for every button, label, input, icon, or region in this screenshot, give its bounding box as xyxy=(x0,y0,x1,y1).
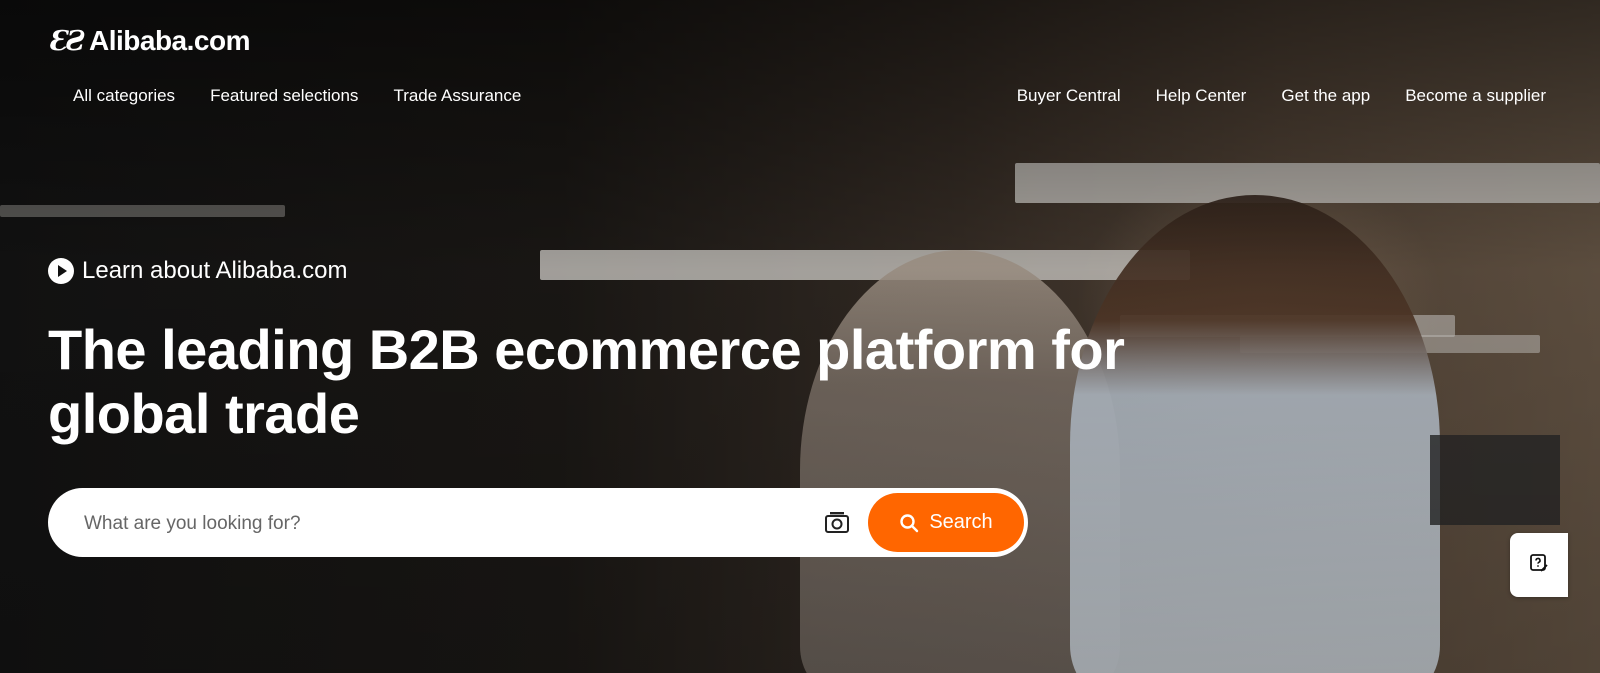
feedback-icon xyxy=(1529,553,1549,578)
nav-buyer-central[interactable]: Buyer Central xyxy=(1017,86,1121,106)
learn-about-link[interactable]: Learn about Alibaba.com xyxy=(48,257,348,285)
logo-mark: ƐƧ xyxy=(48,25,85,57)
search-button-label: Search xyxy=(929,511,993,533)
nav-help-center[interactable]: Help Center xyxy=(1156,86,1247,106)
camera-icon[interactable] xyxy=(824,510,850,534)
search-input[interactable] xyxy=(82,488,806,559)
nav-become-a-supplier[interactable]: Become a supplier xyxy=(1405,86,1546,106)
secondary-nav: Buyer Central Help Center Get the app Be… xyxy=(1017,86,1546,106)
hero-headline: The leading B2B ecommerce platform for g… xyxy=(48,318,1125,445)
feedback-button[interactable] xyxy=(1510,533,1568,597)
primary-nav: All categories Featured selections Trade… xyxy=(73,86,521,106)
nav-all-categories[interactable]: All categories xyxy=(73,86,175,106)
alibaba-logo[interactable]: ƐƧ Alibaba.com xyxy=(48,24,250,58)
logo-text: Alibaba.com xyxy=(88,25,250,56)
search-icon xyxy=(899,513,919,533)
search-button[interactable]: Search xyxy=(868,493,1024,552)
nav-featured-selections[interactable]: Featured selections xyxy=(210,86,358,106)
learn-about-label: Learn about Alibaba.com xyxy=(82,257,348,284)
play-icon xyxy=(48,258,74,284)
search-bar: Search xyxy=(48,488,1028,559)
nav-get-the-app[interactable]: Get the app xyxy=(1281,86,1370,106)
nav-trade-assurance[interactable]: Trade Assurance xyxy=(393,86,521,106)
